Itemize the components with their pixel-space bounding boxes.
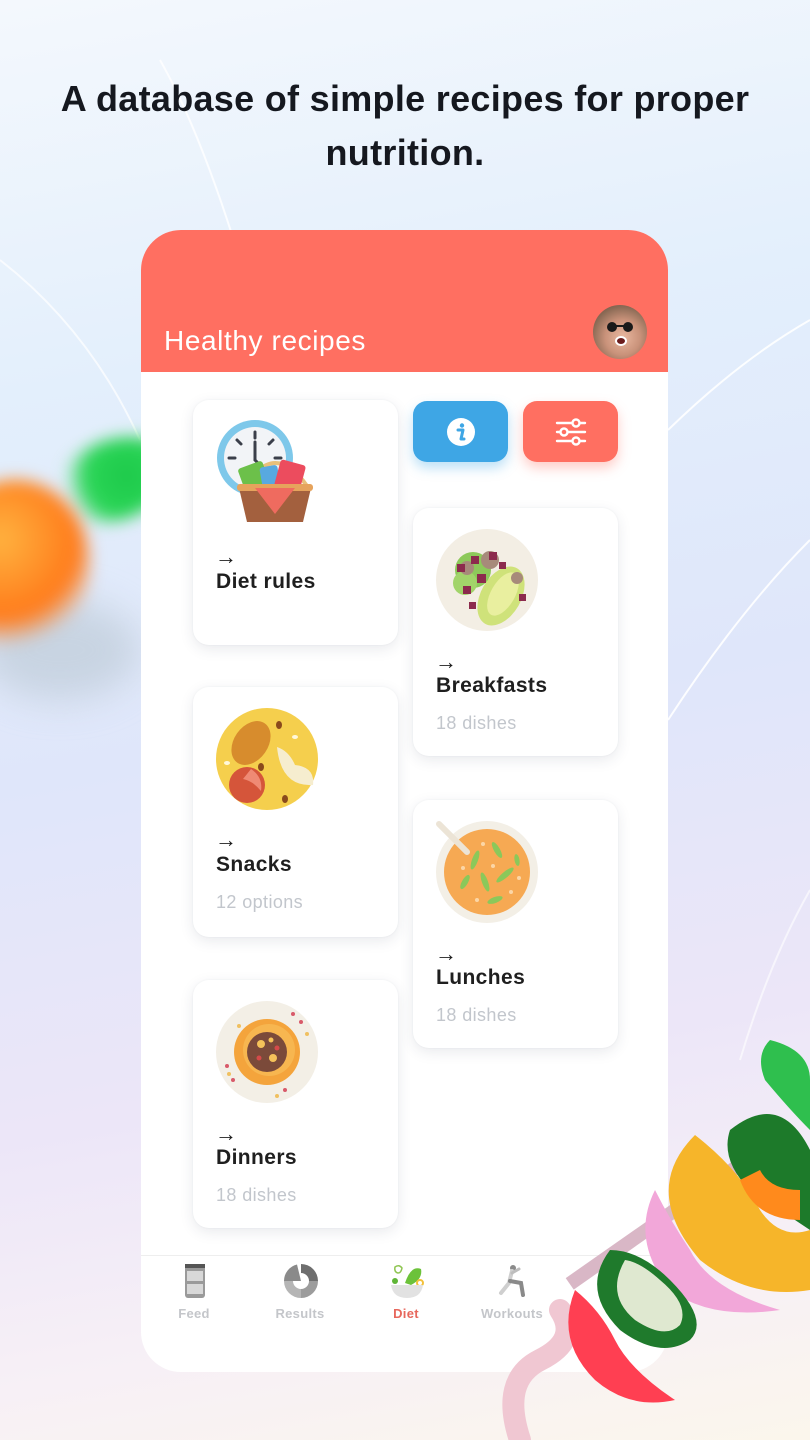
tab-label: Workouts: [480, 1306, 544, 1321]
app-screen: Healthy recipes → Diet rules → Breakfast…: [141, 230, 668, 1372]
card-title: Snacks: [216, 853, 292, 876]
arrow-right-icon: →: [215, 827, 237, 852]
page-title: Healthy recipes: [164, 325, 366, 356]
card-breakfasts[interactable]: → Breakfasts 18 dishes: [413, 508, 618, 756]
sunglasses-icon: [607, 322, 633, 332]
tab-label: Results: [275, 1306, 325, 1321]
dinner-plate-icon: [216, 1001, 318, 1103]
results-chart-icon: [284, 1264, 318, 1298]
diet-salad-icon: [391, 1264, 424, 1298]
info-icon: [446, 417, 475, 446]
filters-button[interactable]: [523, 401, 618, 462]
tab-label: Diet: [393, 1306, 419, 1321]
card-snacks[interactable]: → Snacks 12 options: [193, 687, 398, 937]
feed-icon: [185, 1264, 205, 1298]
avatar[interactable]: [593, 305, 647, 359]
clock-basket-icon: [217, 420, 313, 522]
arrow-right-icon: →: [215, 1121, 237, 1146]
sliders-icon: [555, 417, 586, 446]
tab-workouts[interactable]: Workouts: [459, 1260, 565, 1321]
arrow-right-icon: →: [435, 649, 457, 674]
salad-bowl-icon: [436, 529, 538, 631]
tab-results[interactable]: Results: [247, 1260, 353, 1321]
card-dinners[interactable]: → Dinners 18 dishes: [193, 980, 398, 1228]
arrow-right-icon: →: [215, 544, 237, 569]
arrow-right-icon: →: [435, 941, 457, 966]
tabbar-divider: [141, 1255, 668, 1256]
card-count: 18 dishes: [436, 713, 517, 733]
nuts-plate-icon: [216, 708, 318, 810]
promo-headline: A database of simple recipes for proper …: [60, 78, 750, 173]
workout-icon: [499, 1265, 525, 1297]
tab-diet[interactable]: Diet: [353, 1260, 459, 1321]
card-title: Breakfasts: [436, 674, 548, 697]
card-title: Dinners: [216, 1146, 297, 1169]
card-diet-rules[interactable]: → Diet rules: [193, 400, 398, 645]
card-count: 18 dishes: [216, 1185, 297, 1205]
tab-label: Feed: [178, 1306, 210, 1321]
bottom-tab-bar: Feed Results Diet Workouts: [141, 1260, 668, 1321]
card-lunches[interactable]: → Lunches 18 dishes: [413, 800, 618, 1048]
card-title: Diet rules: [216, 570, 316, 593]
card-count: 18 dishes: [436, 1005, 517, 1025]
card-count: 12 options: [216, 892, 304, 912]
app-header: Healthy recipes: [141, 230, 668, 372]
tab-feed[interactable]: Feed: [141, 1260, 247, 1321]
soup-bowl-icon: [436, 821, 538, 923]
card-title: Lunches: [436, 966, 526, 989]
info-button[interactable]: [413, 401, 508, 462]
